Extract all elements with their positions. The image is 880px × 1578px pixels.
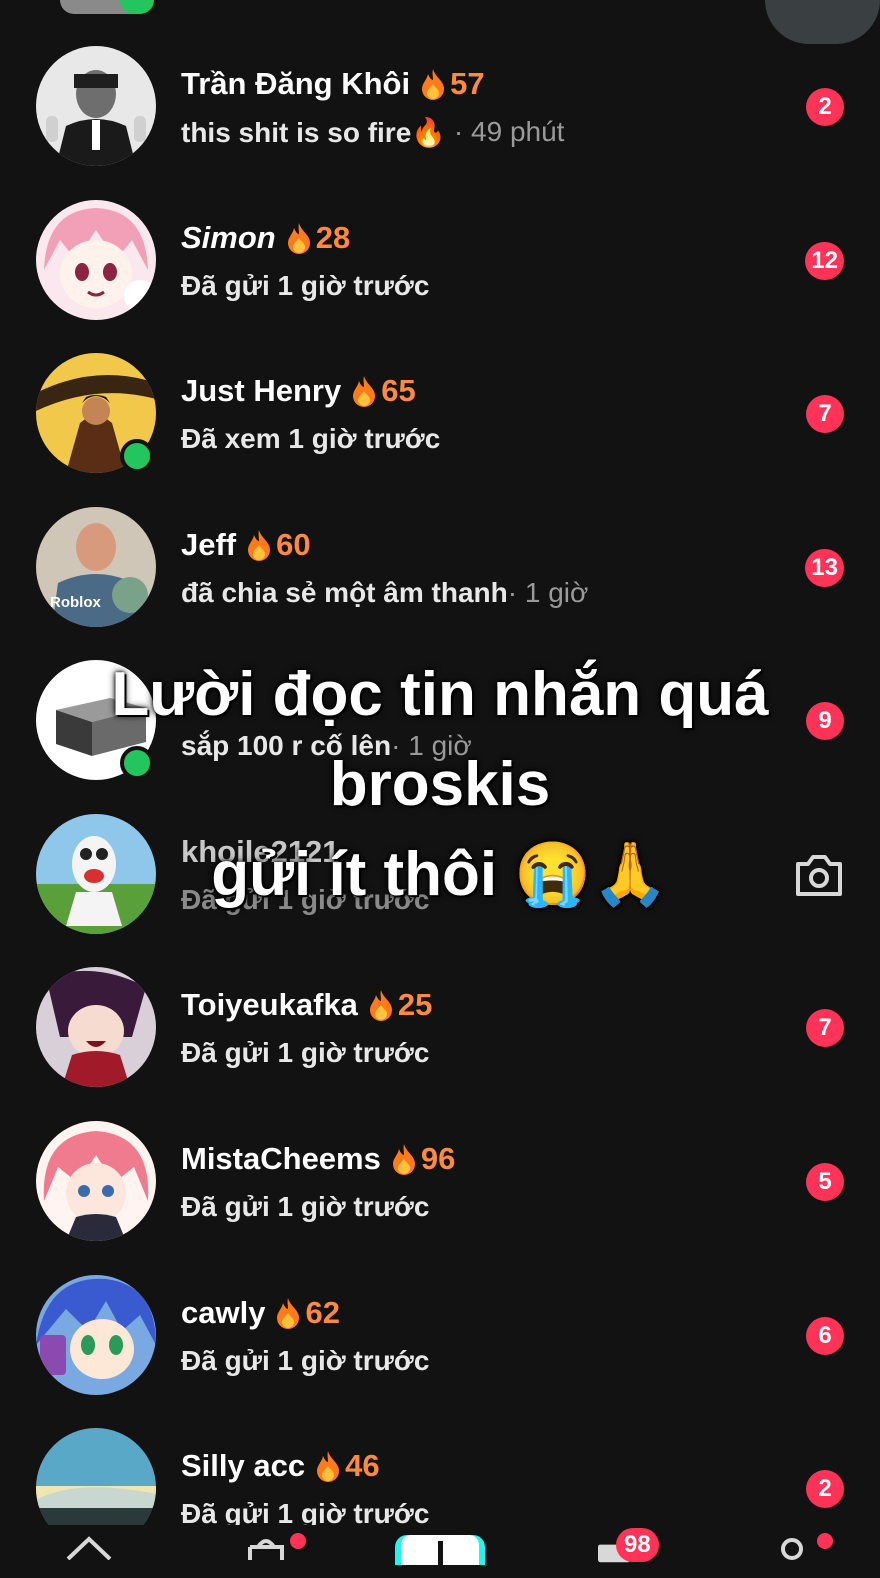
- last-message: Đã gửi 1 giờ trước: [181, 1345, 430, 1376]
- online-indicator: [120, 439, 154, 473]
- last-message: Đã gửi 1 giờ trước: [181, 270, 430, 301]
- flame-icon: [422, 69, 445, 100]
- streak-count: 60: [246, 527, 311, 563]
- chat-row[interactable]: cawly 62 Đã gửi 1 giờ trước 6: [0, 1275, 880, 1425]
- create-button[interactable]: [395, 1535, 485, 1565]
- contact-name: Jeff: [181, 527, 237, 562]
- streak-count: 25: [368, 987, 432, 1023]
- last-message: Đã xem 1 giờ trước: [181, 423, 441, 454]
- contact-name: Just Henry: [181, 373, 342, 408]
- avatar[interactable]: [36, 46, 156, 166]
- last-message: đã chia sẻ một âm thanh: [181, 577, 508, 608]
- inbox-badge: 98: [616, 1528, 659, 1562]
- avatar[interactable]: [36, 200, 156, 320]
- avatar[interactable]: Roblox: [36, 507, 156, 627]
- contact-name: Toiyeukafka: [181, 987, 358, 1022]
- avatar[interactable]: [36, 1121, 156, 1241]
- caption-line: broskis: [329, 750, 551, 819]
- contact-name: Simon: [181, 220, 276, 255]
- notification-dot: [817, 1533, 833, 1549]
- streak-count: 28: [286, 220, 350, 256]
- unread-badge: 6: [806, 1317, 844, 1355]
- streak-count: 96: [391, 1141, 455, 1177]
- message-time: · 1 giờ: [507, 577, 589, 608]
- contact-name: MistaCheems: [181, 1141, 381, 1176]
- unread-badge: 5: [806, 1163, 844, 1201]
- streak-count: 46: [315, 1448, 380, 1484]
- caption-line: Lười đọc tin nhắn quá: [111, 660, 769, 729]
- overlay-caption: Lười đọc tin nhắn quá broskis gửi ít thô…: [0, 650, 880, 920]
- streak-count: 62: [275, 1295, 340, 1331]
- flame-icon: [287, 223, 310, 254]
- contact-name: cawly: [181, 1295, 266, 1330]
- caption-line: gửi ít thôi 😭🙏: [211, 840, 669, 909]
- avatar-label: Roblox: [50, 594, 101, 611]
- chat-row[interactable]: Toiyeukafka 25 Đã gửi 1 giờ trước 7: [0, 967, 880, 1117]
- unread-badge: 12: [805, 242, 844, 280]
- unread-badge: 13: [805, 549, 844, 587]
- streak-count: 57: [420, 66, 485, 102]
- flame-icon: [369, 990, 392, 1021]
- flame-icon: [277, 1298, 300, 1329]
- message-time: · 49 phút: [453, 116, 565, 147]
- profile-icon[interactable]: [777, 1535, 807, 1560]
- chat-row[interactable]: Simon 28 Đã gửi 1 giờ trước 12: [0, 200, 880, 350]
- home-icon[interactable]: [62, 1535, 116, 1560]
- streak-count: 65: [351, 373, 416, 409]
- notification-dot: [290, 1533, 306, 1549]
- last-message: Đã gửi 1 giờ trước: [181, 1037, 430, 1068]
- partial-avatar-right: [765, 0, 880, 44]
- bottom-nav: 98: [0, 1525, 880, 1565]
- flame-icon: [353, 376, 376, 407]
- contact-name: Trần Đăng Khôi: [181, 66, 411, 101]
- last-message: this shit is so fire🔥: [181, 116, 447, 148]
- shop-icon[interactable]: [244, 1535, 288, 1560]
- last-message: Đã gửi 1 giờ trước: [181, 1191, 430, 1222]
- flame-icon: [317, 1451, 340, 1482]
- flame-icon: [392, 1144, 415, 1175]
- contact-name: Silly acc: [181, 1448, 306, 1483]
- unread-badge: 7: [806, 395, 844, 433]
- unread-badge: 2: [806, 88, 844, 126]
- chat-row[interactable]: Roblox Jeff 60 đã chia sẻ một âm thanh ·…: [0, 507, 880, 657]
- unread-badge: 2: [806, 1470, 844, 1508]
- avatar[interactable]: [36, 1275, 156, 1395]
- flame-icon: [248, 530, 271, 561]
- chat-row[interactable]: MistaCheems 96 Đã gửi 1 giờ trước 5: [0, 1121, 880, 1271]
- chat-row[interactable]: Trần Đăng Khôi 57 this shit is so fire🔥 …: [0, 46, 880, 196]
- avatar[interactable]: [36, 967, 156, 1087]
- chat-row[interactable]: Just Henry 65 Đã xem 1 giờ trước 7: [0, 353, 880, 503]
- unread-badge: 7: [806, 1009, 844, 1047]
- plus-icon: [438, 1541, 443, 1565]
